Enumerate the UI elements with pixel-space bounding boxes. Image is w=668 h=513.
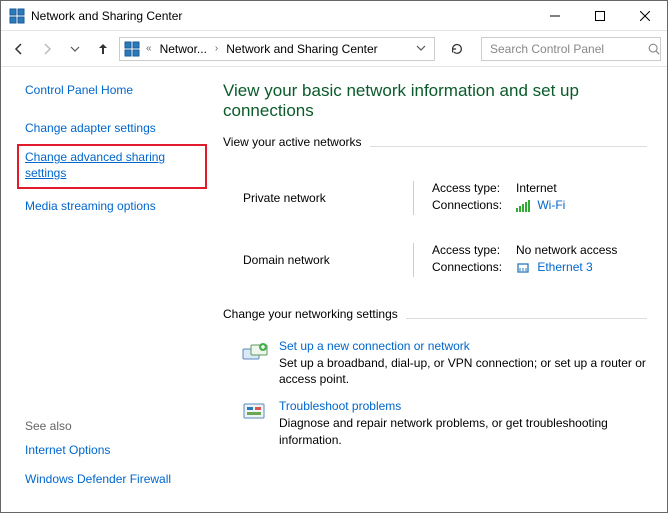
active-networks-label: View your active networks	[223, 135, 362, 149]
task-desc: Diagnose and repair network problems, or…	[279, 415, 647, 447]
access-type-value: No network access	[516, 243, 617, 257]
access-type-value: Internet	[516, 181, 557, 195]
connection-link-wifi[interactable]: Wi-Fi	[537, 198, 565, 212]
task-desc: Set up a broadband, dial-up, or VPN conn…	[279, 355, 647, 387]
network-name: Private network	[243, 181, 413, 205]
sidebar-item-adapter-settings[interactable]: Change adapter settings	[25, 121, 156, 135]
network-row: Domain network Access type: No network a…	[243, 233, 647, 295]
window-title: Network and Sharing Center	[31, 9, 182, 23]
breadcrumb-icon	[124, 41, 140, 57]
search-input[interactable]	[488, 41, 647, 57]
access-type-label: Access type:	[432, 181, 516, 195]
wifi-icon	[516, 200, 530, 212]
back-button[interactable]	[7, 37, 31, 61]
content: Control Panel Home Change adapter settin…	[1, 67, 667, 512]
divider	[413, 243, 414, 277]
chevron-icon[interactable]: «	[144, 43, 154, 54]
sidebar-item-media-streaming[interactable]: Media streaming options	[25, 199, 156, 213]
connections-label: Connections:	[432, 260, 516, 274]
breadcrumb[interactable]: « Networ... › Network and Sharing Center	[119, 37, 435, 61]
maximize-button[interactable]	[577, 1, 622, 31]
breadcrumb-seg-parent[interactable]: Networ...	[156, 42, 211, 56]
task-setup-connection: Set up a new connection or network Set u…	[241, 339, 647, 387]
sidebar-home[interactable]: Control Panel Home	[25, 83, 133, 97]
see-also-internet-options[interactable]: Internet Options	[25, 443, 110, 457]
page-title: View your basic network information and …	[223, 81, 647, 121]
breadcrumb-seg-current[interactable]: Network and Sharing Center	[222, 42, 381, 56]
task-link-setup[interactable]: Set up a new connection or network	[279, 339, 470, 353]
see-also-label: See also	[25, 419, 199, 433]
see-also-section: See also Internet Options Windows Defend…	[25, 419, 199, 502]
connections-label: Connections:	[432, 198, 516, 212]
troubleshoot-icon	[241, 399, 269, 423]
app-icon	[9, 8, 25, 24]
setup-connection-icon	[241, 339, 269, 363]
sidebar: Control Panel Home Change adapter settin…	[1, 67, 211, 512]
task-troubleshoot: Troubleshoot problems Diagnose and repai…	[241, 399, 647, 447]
search-icon[interactable]	[647, 42, 661, 56]
close-button[interactable]	[622, 1, 667, 31]
change-settings-label: Change your networking settings	[223, 307, 398, 321]
forward-button[interactable]	[35, 37, 59, 61]
see-also-firewall[interactable]: Windows Defender Firewall	[25, 472, 171, 486]
up-button[interactable]	[91, 37, 115, 61]
toolbar: « Networ... › Network and Sharing Center	[1, 31, 667, 67]
divider	[406, 318, 647, 319]
titlebar: Network and Sharing Center	[1, 1, 667, 31]
sidebar-item-advanced-sharing[interactable]: Change advanced sharing settings	[25, 150, 165, 180]
networks-list: Private network Access type: Internet Co…	[223, 167, 647, 295]
chevron-right-icon[interactable]: ›	[213, 43, 220, 54]
highlight-annotation: Change advanced sharing settings	[17, 144, 207, 189]
refresh-button[interactable]	[443, 37, 471, 61]
search-box[interactable]	[481, 37, 661, 61]
divider	[370, 146, 647, 147]
divider	[413, 181, 414, 215]
ethernet-icon	[516, 262, 530, 274]
main-panel: View your basic network information and …	[211, 67, 667, 512]
network-name: Domain network	[243, 243, 413, 267]
network-row: Private network Access type: Internet Co…	[243, 171, 647, 233]
access-type-label: Access type:	[432, 243, 516, 257]
task-link-troubleshoot[interactable]: Troubleshoot problems	[279, 399, 401, 413]
connection-link-ethernet[interactable]: Ethernet 3	[537, 260, 592, 274]
recent-dropdown[interactable]	[63, 37, 87, 61]
breadcrumb-dropdown[interactable]	[410, 42, 432, 56]
minimize-button[interactable]	[532, 1, 577, 31]
